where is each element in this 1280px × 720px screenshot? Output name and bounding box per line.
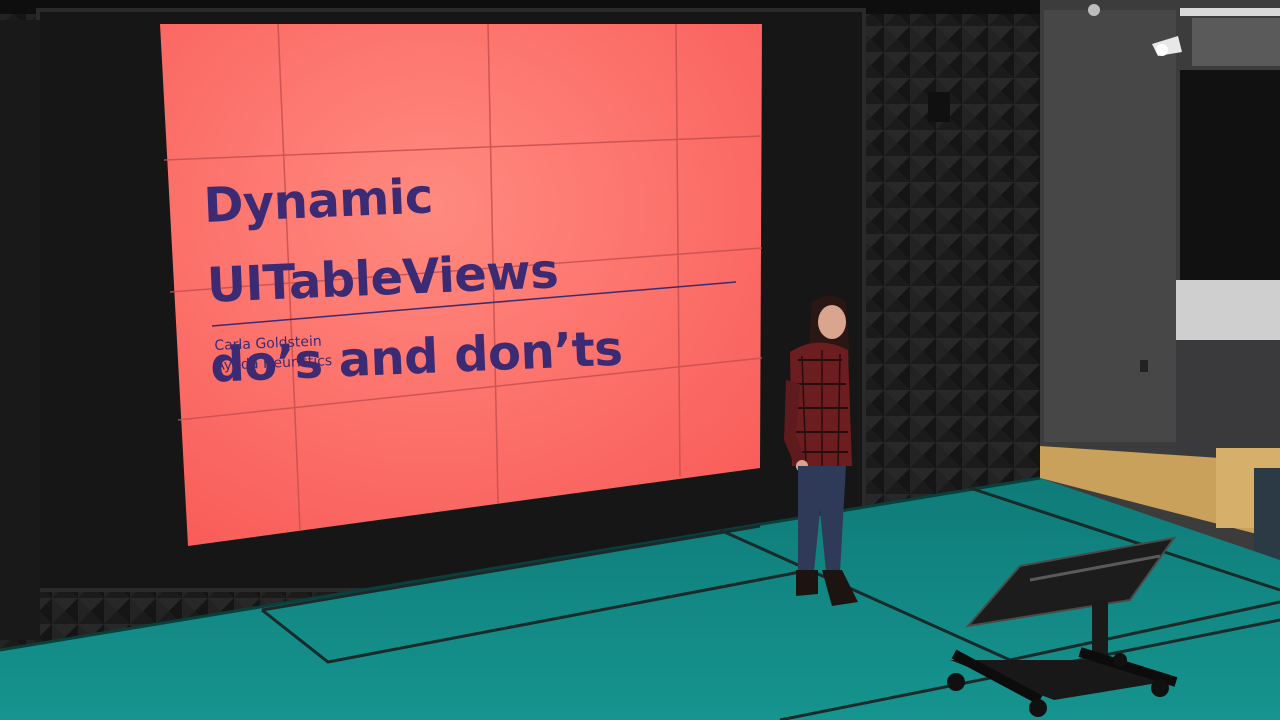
side-room-carpet [1176,340,1280,460]
wall-socket [1140,360,1148,372]
left-pillar [0,20,40,640]
side-pillar [1044,10,1176,442]
side-wall-trim [1192,18,1280,66]
wall-speaker-box [928,92,950,122]
slide-title-line-1: Dynamic UITableViews [202,168,560,314]
ceiling-light-fixture [1180,8,1280,16]
